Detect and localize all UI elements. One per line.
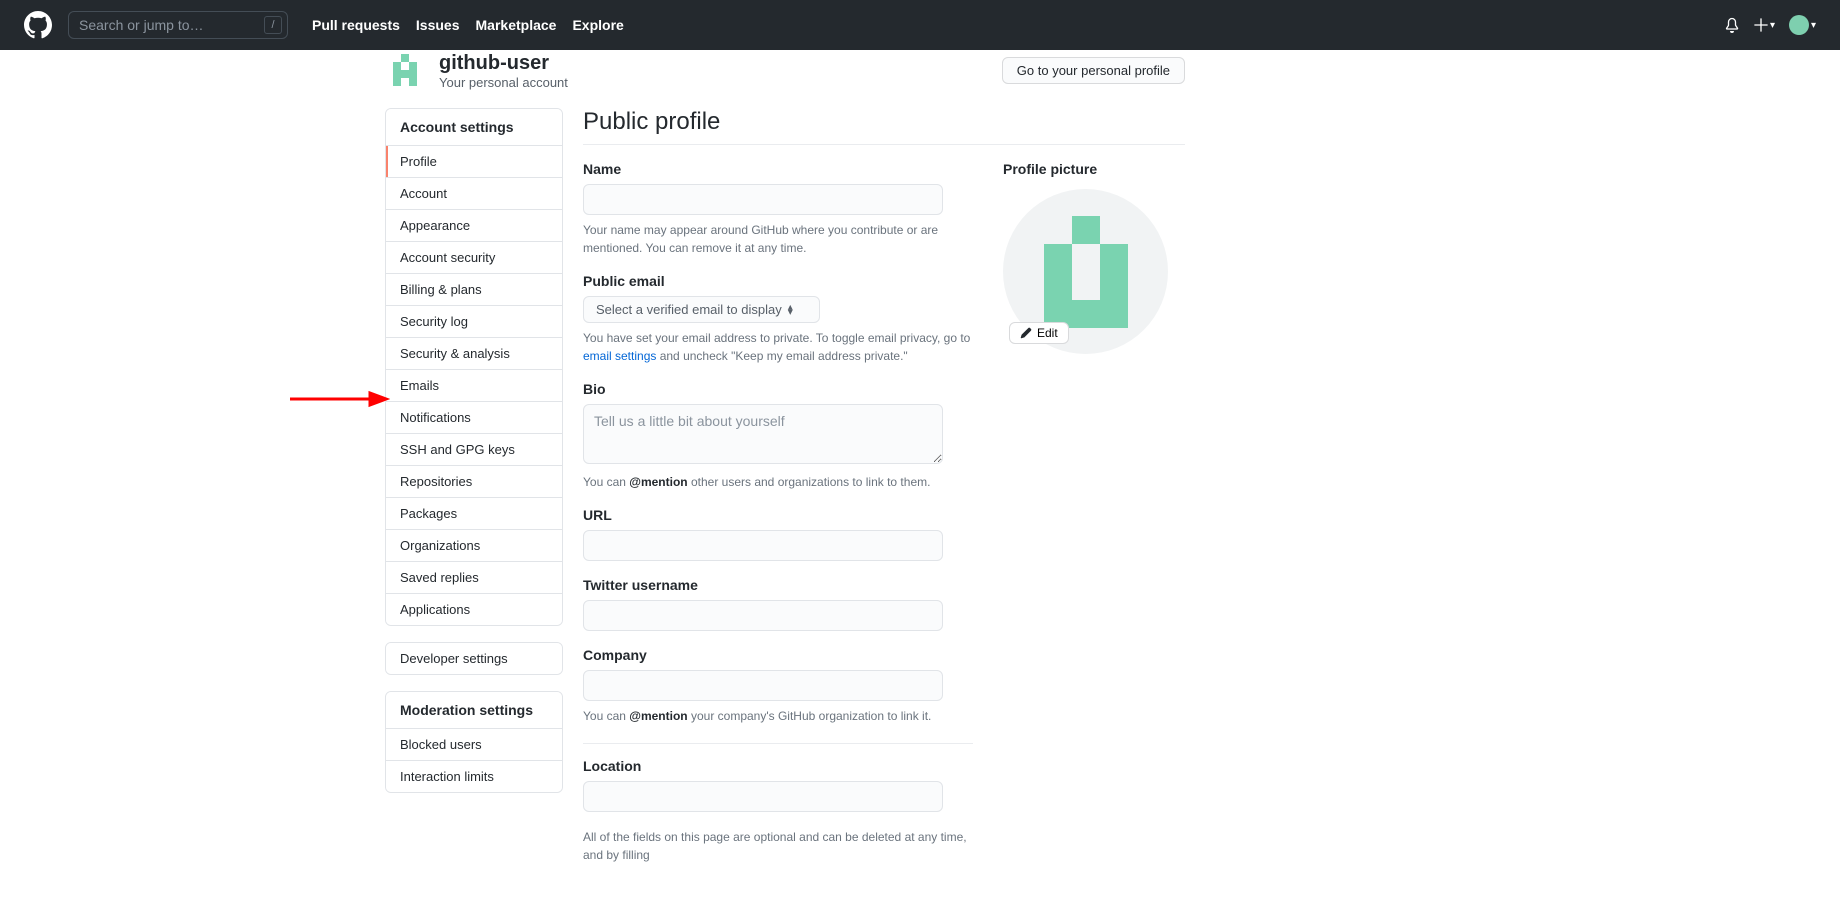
nav-marketplace[interactable]: Marketplace [476, 17, 557, 33]
nav-pull-requests[interactable]: Pull requests [312, 17, 400, 33]
sidebar-item-blocked-users[interactable]: Blocked users [386, 729, 562, 761]
username: github-user [439, 51, 568, 75]
annotation-arrow [290, 390, 390, 410]
sidebar-item-saved-replies[interactable]: Saved replies [386, 562, 562, 594]
footer-note: All of the fields on this page are optio… [583, 828, 973, 864]
sidebar-item-security-log[interactable]: Security log [386, 306, 562, 338]
name-note: Your name may appear around GitHub where… [583, 221, 973, 257]
sidebar-item-applications[interactable]: Applications [386, 594, 562, 625]
location-label: Location [583, 758, 973, 774]
settings-sidebar: Account settings Profile Account Appeara… [385, 108, 563, 809]
sidebar-item-emails[interactable]: Emails [386, 370, 562, 402]
search-slash-hint: / [264, 16, 282, 34]
public-email-select[interactable]: Select a verified email to display ▴▾ [583, 296, 820, 323]
notifications-icon[interactable] [1724, 17, 1740, 33]
select-caret-icon: ▴▾ [788, 305, 793, 315]
name-label: Name [583, 161, 973, 177]
twitter-label: Twitter username [583, 577, 973, 593]
sidebar-item-organizations[interactable]: Organizations [386, 530, 562, 562]
avatar-icon [1789, 15, 1809, 35]
sidebar-section-moderation: Moderation settings [386, 692, 562, 729]
sidebar-item-billing[interactable]: Billing & plans [386, 274, 562, 306]
edit-picture-button[interactable]: Edit [1009, 322, 1069, 344]
site-header: / Pull requests Issues Marketplace Explo… [0, 0, 1840, 50]
edit-picture-label: Edit [1037, 326, 1058, 340]
sidebar-item-developer-settings[interactable]: Developer settings [386, 643, 562, 674]
sidebar-item-appearance[interactable]: Appearance [386, 210, 562, 242]
header-nav: Pull requests Issues Marketplace Explore [312, 17, 624, 33]
name-input[interactable] [583, 184, 943, 215]
nav-explore[interactable]: Explore [572, 17, 623, 33]
sidebar-item-profile[interactable]: Profile [386, 146, 562, 178]
sidebar-item-ssh-gpg[interactable]: SSH and GPG keys [386, 434, 562, 466]
sidebar-item-interaction-limits[interactable]: Interaction limits [386, 761, 562, 792]
email-settings-link[interactable]: email settings [583, 349, 656, 363]
public-email-note: You have set your email address to priva… [583, 329, 973, 365]
create-new-dropdown[interactable]: ▾ [1754, 18, 1775, 32]
user-menu[interactable]: ▾ [1789, 15, 1816, 35]
public-email-selected: Select a verified email to display [596, 302, 782, 317]
section-divider [583, 743, 973, 744]
search-box: / [68, 11, 288, 39]
bio-input[interactable] [583, 404, 943, 464]
nav-issues[interactable]: Issues [416, 17, 460, 33]
go-to-profile-button[interactable]: Go to your personal profile [1002, 57, 1185, 84]
bio-label: Bio [583, 381, 973, 397]
sidebar-item-packages[interactable]: Packages [386, 498, 562, 530]
account-type: Your personal account [439, 75, 568, 90]
url-label: URL [583, 507, 973, 523]
pencil-icon [1020, 327, 1032, 339]
sidebar-item-account-security[interactable]: Account security [386, 242, 562, 274]
sidebar-item-repositories[interactable]: Repositories [386, 466, 562, 498]
bio-note: You can @mention other users and organiz… [583, 473, 973, 491]
main-content: Public profile Name Your name may appear… [583, 108, 1185, 864]
sidebar-item-security-analysis[interactable]: Security & analysis [386, 338, 562, 370]
company-label: Company [583, 647, 973, 663]
url-input[interactable] [583, 530, 943, 561]
sidebar-item-notifications[interactable]: Notifications [386, 402, 562, 434]
sidebar-item-account[interactable]: Account [386, 178, 562, 210]
location-input[interactable] [583, 781, 943, 812]
public-email-label: Public email [583, 273, 973, 289]
sidebar-section-account: Account settings [386, 109, 562, 146]
profile-avatar-small [385, 50, 425, 90]
search-input[interactable] [68, 11, 288, 39]
company-note: You can @mention your company's GitHub o… [583, 707, 973, 725]
github-logo[interactable] [24, 11, 52, 39]
twitter-input[interactable] [583, 600, 943, 631]
profile-picture-label: Profile picture [1003, 161, 1183, 177]
profile-header: github-user Your personal account Go to … [385, 50, 1185, 90]
page-title: Public profile [583, 108, 1185, 145]
company-input[interactable] [583, 670, 943, 701]
